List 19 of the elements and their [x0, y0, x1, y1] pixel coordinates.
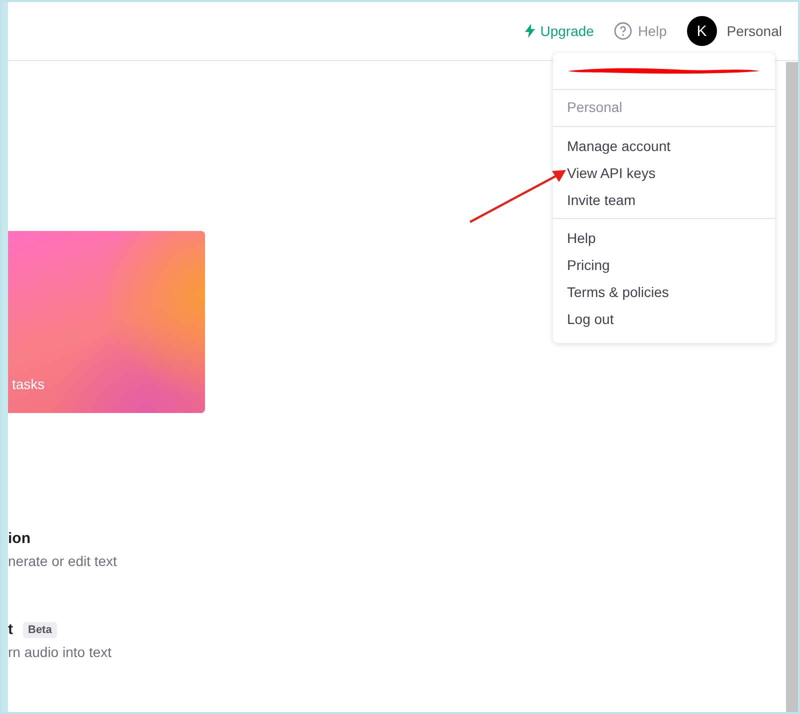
item-description: rn audio into text	[8, 644, 113, 660]
account-name[interactable]: Personal	[726, 23, 782, 39]
menu-item[interactable]: Help	[553, 225, 775, 252]
menu-item[interactable]: View API keys	[553, 160, 775, 187]
item-title: ion	[8, 530, 30, 547]
help-icon	[614, 22, 632, 40]
item-title: t	[8, 621, 13, 638]
card-caption: tasks	[12, 376, 45, 392]
menu-item[interactable]: Log out	[553, 306, 775, 333]
avatar[interactable]: K	[686, 16, 717, 46]
menu-item[interactable]: Terms & policies	[553, 279, 775, 306]
lightning-icon	[525, 24, 536, 38]
beta-badge: Beta	[23, 622, 57, 638]
menu-item[interactable]: Manage account	[553, 133, 775, 160]
workspace-label: Personal	[567, 99, 622, 115]
item-description: nerate or edit text	[8, 553, 118, 569]
menu-item[interactable]: Invite team	[553, 187, 775, 214]
menu-item[interactable]: Pricing	[553, 252, 775, 279]
scrollbar[interactable]	[786, 62, 798, 712]
